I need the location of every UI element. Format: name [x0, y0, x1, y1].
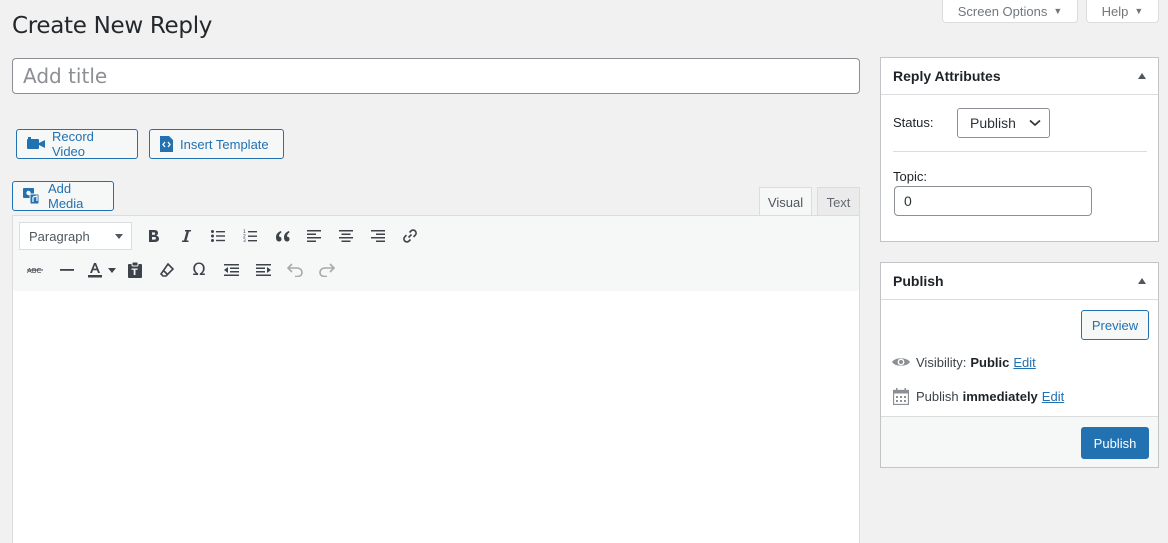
video-camera-icon	[27, 137, 45, 151]
topic-input[interactable]	[894, 186, 1092, 216]
insert-template-label: Insert Template	[180, 136, 269, 152]
reply-attributes-header: Reply Attributes	[881, 58, 1158, 95]
redo-icon[interactable]	[311, 256, 343, 284]
special-character-icon[interactable]: Ω	[183, 256, 215, 284]
tab-text[interactable]: Text	[817, 187, 860, 216]
tab-visual[interactable]: Visual	[759, 187, 812, 216]
publish-date-edit-link[interactable]: Edit	[1042, 389, 1064, 404]
horizontal-line-icon[interactable]	[51, 256, 83, 284]
help-label: Help	[1101, 3, 1129, 19]
bulleted-list-icon[interactable]	[202, 222, 234, 250]
media-icon	[23, 188, 41, 204]
undo-icon[interactable]	[279, 256, 311, 284]
align-left-icon[interactable]	[298, 222, 330, 250]
visibility-value: Public	[970, 354, 1010, 370]
editor-toolbar: Paragraph 123 ABC T Ω	[12, 215, 860, 292]
insert-template-button[interactable]: Insert Template	[149, 129, 284, 159]
dropdown-arrow-icon	[115, 233, 123, 239]
editor-content-area[interactable]	[12, 291, 860, 543]
divider	[893, 151, 1147, 152]
blockquote-icon[interactable]	[266, 222, 298, 250]
align-center-icon[interactable]	[330, 222, 362, 250]
add-media-label: Add Media	[48, 181, 84, 211]
status-select[interactable]: Publish	[957, 108, 1050, 138]
svg-text:T: T	[132, 268, 139, 278]
outdent-icon[interactable]	[215, 256, 247, 284]
clear-formatting-icon[interactable]	[151, 256, 183, 284]
caret-down-icon: ▼	[1134, 6, 1144, 16]
record-video-button[interactable]: Record Video	[16, 129, 138, 159]
topic-label: Topic:	[893, 169, 927, 184]
preview-button[interactable]: Preview	[1081, 310, 1149, 340]
record-video-label: Record Video	[52, 129, 94, 159]
link-icon[interactable]	[394, 222, 426, 250]
svg-text:3: 3	[243, 238, 246, 243]
help-tab[interactable]: Help ▼	[1086, 0, 1159, 23]
caret-down-icon: ▼	[1053, 6, 1063, 16]
strikethrough-icon[interactable]: ABC	[19, 256, 51, 284]
collapse-arrow-icon[interactable]	[1138, 73, 1146, 79]
publish-header: Publish	[881, 263, 1158, 300]
publish-date-value: immediately	[962, 388, 1038, 404]
eye-icon	[890, 352, 912, 372]
numbered-list-icon[interactable]: 123	[234, 222, 266, 250]
code-file-icon	[160, 136, 173, 152]
publish-date-row: Publish immediately Edit	[890, 386, 1064, 406]
calendar-icon	[890, 386, 912, 406]
screen-options-label: Screen Options	[957, 3, 1048, 19]
publish-date-label: Publish	[916, 388, 959, 404]
page-title: Create New Reply	[12, 13, 213, 39]
publish-button[interactable]: Publish	[1081, 427, 1149, 459]
format-select-value: Paragraph	[29, 228, 90, 244]
reply-attributes-box: Reply Attributes Status: Publish Topic:	[880, 57, 1159, 242]
publish-actions: Publish	[881, 416, 1158, 467]
bold-icon[interactable]	[138, 222, 170, 250]
indent-icon[interactable]	[247, 256, 279, 284]
status-label: Status:	[893, 115, 934, 130]
paste-as-text-icon[interactable]: T	[119, 256, 151, 284]
publish-box: Publish Preview Visibility: Public Edit …	[880, 262, 1159, 468]
reply-attributes-title: Reply Attributes	[893, 68, 1001, 84]
italic-icon[interactable]	[170, 222, 202, 250]
status-select-value: Publish	[970, 115, 1016, 131]
collapse-arrow-icon[interactable]	[1138, 278, 1146, 284]
add-media-button[interactable]: Add Media	[12, 181, 114, 211]
visibility-label: Visibility:	[916, 354, 967, 370]
post-title-input[interactable]	[12, 58, 860, 94]
svg-text:ABC: ABC	[27, 267, 41, 275]
visibility-row: Visibility: Public Edit	[890, 352, 1036, 372]
visibility-edit-link[interactable]: Edit	[1013, 355, 1035, 370]
screen-options-tab[interactable]: Screen Options ▼	[942, 0, 1078, 23]
chevron-down-icon	[1029, 119, 1041, 127]
format-select[interactable]: Paragraph	[19, 222, 132, 250]
publish-title: Publish	[893, 273, 944, 289]
text-color-icon[interactable]	[83, 256, 119, 284]
align-right-icon[interactable]	[362, 222, 394, 250]
